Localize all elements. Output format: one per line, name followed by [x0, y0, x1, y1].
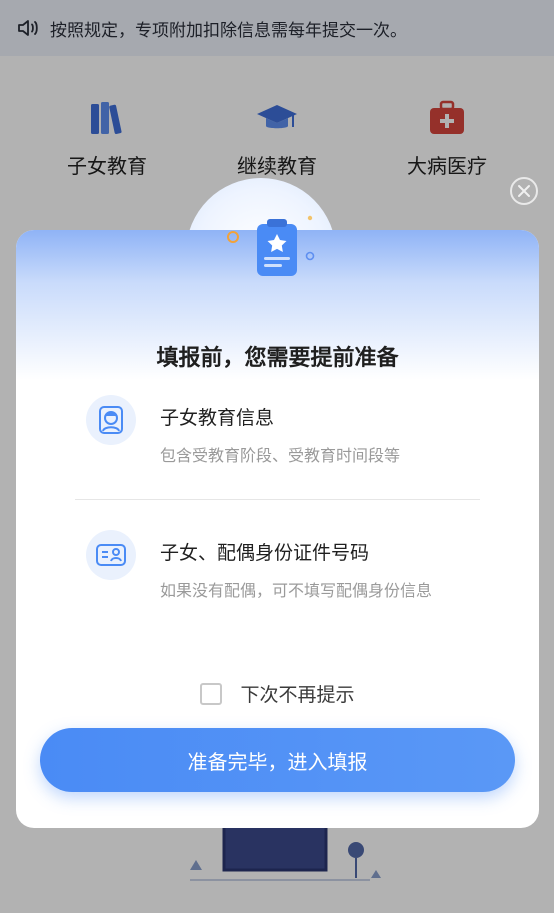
close-icon — [518, 185, 530, 197]
no-remind-checkbox[interactable] — [200, 682, 223, 705]
divider — [75, 499, 480, 500]
child-portrait-icon — [86, 395, 136, 445]
requirement-desc: 包含受教育阶段、受教育时间段等 — [160, 446, 401, 465]
id-card-icon — [86, 530, 136, 580]
requirement-title: 子女、配偶身份证件号码 — [160, 542, 370, 564]
requirement-desc: 如果没有配偶，可不填写配偶身份信息 — [160, 581, 433, 600]
requirement-title: 子女教育信息 — [160, 407, 275, 429]
confirm-button[interactable]: 准备完毕，进入填报 — [40, 728, 515, 792]
modal-title: 填报前，您需要提前准备 — [156, 346, 399, 371]
preparation-modal: 填报前，您需要提前准备 子女教育信息 包含受教育阶段、受教育时间段等 子女、配偶… — [16, 230, 539, 828]
close-button[interactable] — [510, 177, 538, 205]
no-remind-label: 下次不再提示 — [240, 684, 355, 706]
no-remind-row[interactable]: 下次不再提示 — [16, 680, 539, 707]
clipboard-star-icon — [227, 215, 315, 276]
